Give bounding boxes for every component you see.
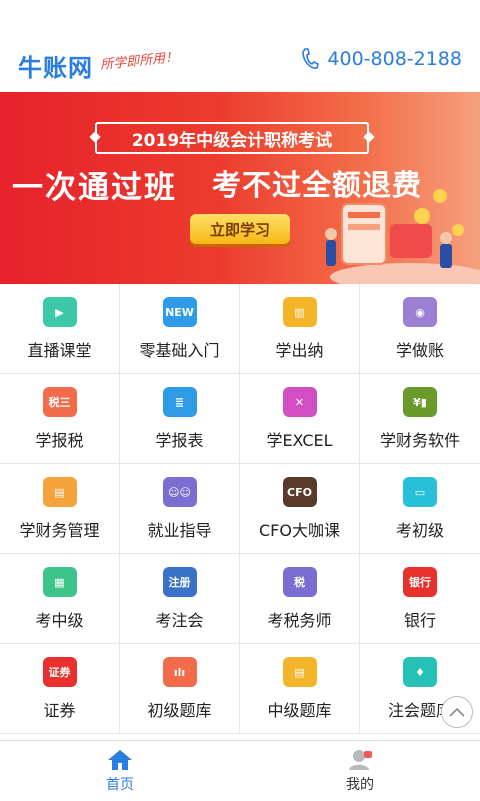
securities-icon: 证券 (42, 657, 77, 687)
grid-item-label: 初级题库 (147, 701, 212, 720)
card-icon: ▭ (403, 477, 437, 507)
grid-item-label: 证券 (43, 701, 76, 720)
finance-software-icon: ¥▮ (403, 387, 437, 417)
grid-item[interactable]: ✕ 学EXCEL (240, 374, 360, 464)
banner-title: 2019年中级会计职称考试 (131, 130, 333, 151)
grid-item[interactable]: ≣ 学报表 (120, 374, 240, 464)
tv-icon: ▶ (42, 297, 77, 327)
grid-item[interactable]: 银行 银行 (360, 554, 480, 644)
user-icon (349, 750, 372, 770)
grid-item[interactable]: ılı 初级题库 (120, 644, 240, 734)
grid-item[interactable]: 证券 证券 (0, 644, 120, 734)
certificate-icon: ▦ (42, 567, 77, 597)
report-icon: ≣ (162, 387, 197, 417)
tax-form-icon: 税三 (42, 387, 77, 417)
grid-item-label: 直播课堂 (27, 341, 92, 360)
phone-link[interactable]: 400-808-2188 (301, 48, 462, 70)
slogan: 所学即所用！ (99, 49, 179, 74)
grid-item[interactable]: CFO CFO大咖课 (240, 464, 360, 554)
grid-item-label: 学出纳 (275, 341, 324, 360)
logo[interactable]: 牛账网 (18, 48, 93, 83)
tab-home[interactable]: 首页 (0, 741, 240, 801)
grid-item-label: 学财务软件 (379, 431, 460, 450)
promo-banner[interactable]: 2019年中级会计职称考试 一次通过班 考不过全额退费 立即学习 (0, 92, 480, 284)
back-to-top-button[interactable] (441, 696, 473, 728)
learn-now-button[interactable]: 立即学习 (190, 214, 290, 244)
course-grid: ▶ 直播课堂 NEW 零基础入门 ▥ 学出纳 ◉ 学做账税三学报税 ≣ 学报表 ✕ 学EXCEL ¥▮ 学… (0, 284, 480, 734)
chevron-up-icon (449, 707, 465, 717)
tab-mine-label: 我的 (346, 777, 374, 793)
banner-headline: 一次通过班 (12, 170, 177, 206)
chart-icon: ılı (162, 657, 197, 687)
bank-icon: 银行 (403, 567, 437, 597)
grid-item[interactable]: ¥▮ 学财务软件 (360, 374, 480, 464)
grid-item-label: 学报税 (35, 431, 84, 450)
grid-item[interactable]: 注册 考注会 (120, 554, 240, 644)
grid-item[interactable]: ▭ 考初级 (360, 464, 480, 554)
tab-home-label: 首页 (106, 777, 134, 793)
register-icon: 注册 (162, 567, 197, 597)
tax-icon: 税 (282, 567, 317, 597)
grid-item[interactable]: ▤ 中级题库 (240, 644, 360, 734)
banner-title-frame: 2019年中级会计职称考试 (95, 122, 369, 154)
finance-management-icon: ▤ (42, 477, 77, 507)
grid-item[interactable]: ▤ 学财务管理 (0, 464, 120, 554)
people-icon: ☺☺ (162, 477, 197, 507)
home-icon (108, 750, 132, 770)
grid-item[interactable]: 税三 学报税 (0, 374, 120, 464)
ledger-icon: ◉ (403, 297, 437, 327)
grid-item-label: 考初级 (395, 521, 444, 540)
cfo-icon: CFO (282, 477, 317, 507)
grid-item[interactable]: 税考税务师 (240, 554, 360, 644)
grid-item-label: 学做账 (395, 341, 444, 360)
grid-item-label: 零基础入门 (139, 341, 220, 360)
tie-icon: ♦ (403, 657, 437, 687)
grid-item[interactable]: ▶ 直播课堂 (0, 284, 120, 374)
grid-item-label: 学EXCEL (266, 431, 333, 450)
tab-mine[interactable]: 我的 (240, 741, 480, 801)
grid-item[interactable]: ▦ 考中级 (0, 554, 120, 644)
grid-item[interactable]: NEW 零基础入门 (120, 284, 240, 374)
grid-item-label: 中级题库 (267, 701, 332, 720)
grid-item-label: 银行 (403, 611, 436, 630)
phone-number: 400-808-2188 (327, 48, 462, 70)
grid-item-label: 考注会 (155, 611, 204, 630)
banner-illustration (325, 189, 480, 284)
grid-item-label: 学财务管理 (19, 521, 100, 540)
document-icon: ▤ (282, 657, 317, 687)
phone-icon (302, 48, 320, 69)
excel-icon: ✕ (282, 387, 317, 417)
new-icon: NEW (162, 297, 197, 327)
grid-item-label: 考税务师 (267, 611, 332, 630)
grid-item-label: 考中级 (35, 611, 84, 630)
grid-item[interactable]: ☺☺ 就业指导 (120, 464, 240, 554)
header: 牛账网 所学即所用！ 400-808-2188 (0, 0, 480, 92)
grid-item-label: CFO大咖课 (259, 521, 340, 540)
grid-item-label: 就业指导 (147, 521, 212, 540)
grid-item-label: 学报表 (155, 431, 204, 450)
book-icon: ▥ (282, 297, 317, 327)
grid-item[interactable]: ◉ 学做账 (360, 284, 480, 374)
grid-item[interactable]: ▥ 学出纳 (240, 284, 360, 374)
bottom-tab-bar: 首页 我的 (0, 740, 480, 801)
